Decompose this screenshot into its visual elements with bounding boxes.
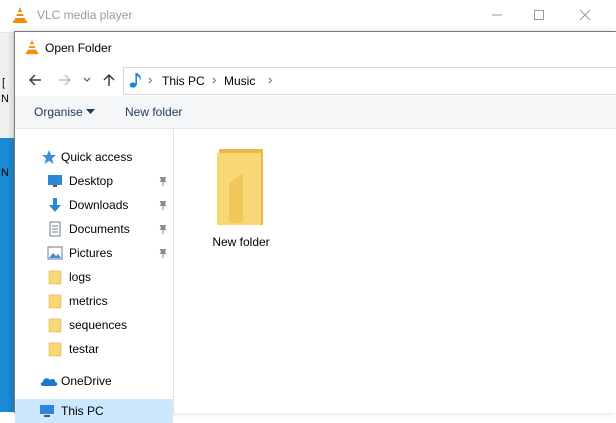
desktop-icon — [48, 175, 62, 187]
vlc-titlebar: VLC media player — [0, 0, 616, 33]
vlc-playlist-area: N — [0, 138, 14, 412]
minimize-button[interactable] — [474, 0, 520, 30]
nav-item-documents[interactable]: Documents — [15, 217, 173, 241]
pin-icon — [159, 201, 167, 210]
breadcrumb-separator[interactable]: › — [268, 72, 272, 87]
nav-item-metrics[interactable]: metrics — [15, 289, 173, 313]
nav-label: Quick access — [61, 150, 133, 164]
chevron-down-icon — [83, 77, 91, 82]
maximize-icon — [534, 10, 544, 20]
download-arrow-icon — [49, 198, 61, 212]
window-title: VLC media player — [37, 8, 133, 22]
open-folder-dialog: Open Folder › This PC › Music › Organise… — [14, 31, 616, 423]
dialog-title: Open Folder — [45, 41, 112, 55]
nav-item-onedrive[interactable]: OneDrive — [15, 369, 173, 393]
background-fragment: N — [1, 167, 9, 179]
music-note-icon — [129, 73, 141, 88]
nav-label: OneDrive — [61, 374, 112, 388]
arrow-left-icon — [29, 74, 41, 86]
folder-icon — [48, 318, 62, 333]
folder-icon — [48, 342, 62, 357]
back-button[interactable] — [25, 70, 45, 90]
maximize-button[interactable] — [516, 0, 562, 30]
arrow-right-icon — [59, 74, 71, 86]
nav-label: Documents — [69, 222, 130, 236]
nav-label: logs — [69, 270, 92, 284]
nav-item-this-pc[interactable]: This PC — [15, 399, 173, 423]
folder-item-new-folder[interactable]: New folder — [203, 143, 279, 255]
nav-label: Downloads — [69, 198, 129, 212]
nav-item-testar[interactable]: testar — [15, 337, 173, 361]
new-folder-button[interactable]: New folder — [125, 105, 182, 119]
nav-item-sequences[interactable]: sequences — [15, 313, 173, 337]
command-bar: Organise New folder — [15, 96, 616, 129]
vlc-cone-icon — [25, 39, 39, 55]
close-button[interactable] — [562, 0, 608, 30]
background-fragment: [ — [2, 77, 6, 89]
minimize-icon — [492, 14, 502, 16]
computer-icon — [40, 405, 54, 417]
forward-button[interactable] — [55, 70, 75, 90]
folder-icon — [48, 270, 62, 285]
file-list: New folder — [175, 129, 616, 413]
nav-item-pictures[interactable]: Pictures — [15, 241, 173, 265]
document-icon — [49, 221, 61, 237]
pin-icon — [159, 225, 167, 234]
breadcrumb-this-pc[interactable]: This PC — [162, 74, 205, 88]
cloud-icon — [40, 378, 58, 386]
breadcrumb-separator: › — [148, 72, 153, 87]
up-button[interactable] — [99, 70, 119, 90]
pin-icon — [159, 177, 167, 186]
folder-icon — [217, 149, 263, 225]
nav-label: Desktop — [69, 174, 114, 188]
nav-label: metrics — [69, 294, 108, 308]
breadcrumb-separator: › — [212, 72, 217, 87]
pin-icon — [159, 249, 167, 258]
picture-icon — [47, 246, 63, 260]
nav-label: This PC — [61, 404, 104, 418]
address-row: › This PC › Music › — [15, 64, 616, 96]
nav-label: testar — [69, 342, 100, 356]
recent-locations-button[interactable] — [80, 70, 94, 90]
vlc-cone-icon — [13, 7, 27, 23]
folder-icon — [48, 294, 62, 309]
chevron-down-icon — [86, 109, 95, 114]
folder-label: New folder — [212, 235, 270, 249]
address-bar[interactable]: › This PC › Music › — [123, 67, 616, 95]
star-icon — [42, 150, 56, 164]
navigation-pane: Quick access Desktop Downloads Documents… — [15, 129, 174, 423]
organise-button[interactable]: Organise — [34, 105, 83, 119]
arrow-up-icon — [103, 74, 115, 86]
nav-item-quick-access[interactable]: Quick access — [15, 145, 173, 169]
vlc-background: [ N N — [0, 33, 14, 412]
breadcrumb-music[interactable]: Music — [224, 74, 255, 88]
nav-label: Pictures — [69, 246, 113, 260]
nav-item-downloads[interactable]: Downloads — [15, 193, 173, 217]
background-fragment: N — [1, 93, 9, 105]
close-icon — [579, 9, 591, 21]
nav-item-desktop[interactable]: Desktop — [15, 169, 173, 193]
nav-label: sequences — [69, 318, 128, 332]
nav-item-logs[interactable]: logs — [15, 265, 173, 289]
